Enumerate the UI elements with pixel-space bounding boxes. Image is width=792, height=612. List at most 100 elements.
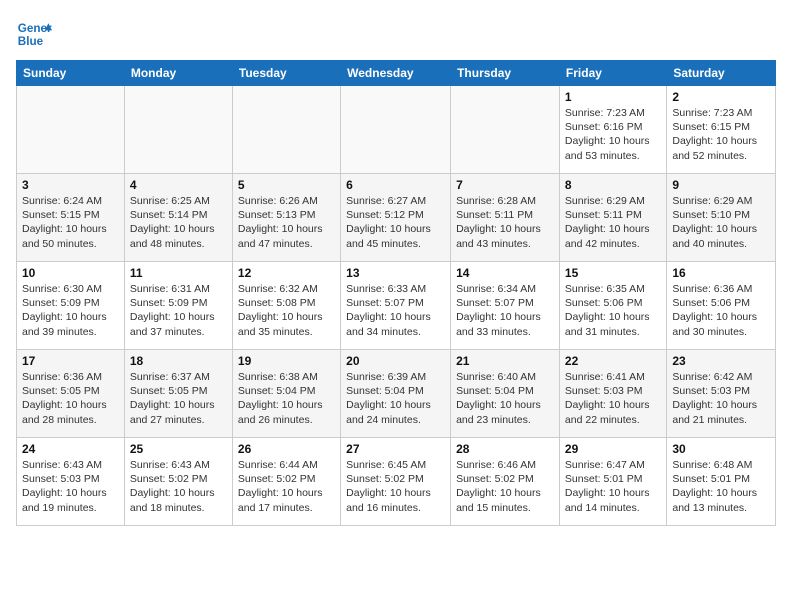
day-number: 2 [672, 90, 770, 104]
calendar-cell: 10 Sunrise: 6:30 AM Sunset: 5:09 PM Dayli… [17, 262, 125, 350]
calendar-cell: 20 Sunrise: 6:39 AM Sunset: 5:04 PM Dayli… [341, 350, 451, 438]
day-info: Sunrise: 6:25 AM Sunset: 5:14 PM Dayligh… [130, 194, 227, 251]
calendar-cell: 21 Sunrise: 6:40 AM Sunset: 5:04 PM Dayli… [451, 350, 560, 438]
weekday-header: Monday [124, 61, 232, 86]
calendar-cell: 11 Sunrise: 6:31 AM Sunset: 5:09 PM Dayli… [124, 262, 232, 350]
day-number: 19 [238, 354, 335, 368]
day-info: Sunrise: 6:48 AM Sunset: 5:01 PM Dayligh… [672, 458, 770, 515]
weekday-header: Friday [559, 61, 666, 86]
calendar-cell: 9 Sunrise: 6:29 AM Sunset: 5:10 PM Daylig… [667, 174, 776, 262]
day-info: Sunrise: 6:43 AM Sunset: 5:02 PM Dayligh… [130, 458, 227, 515]
calendar-cell: 19 Sunrise: 6:38 AM Sunset: 5:04 PM Dayli… [232, 350, 340, 438]
day-number: 4 [130, 178, 227, 192]
day-number: 30 [672, 442, 770, 456]
calendar-cell: 22Sunrise: 6:41 AM Sunset: 5:03 PM Dayli… [559, 350, 666, 438]
day-number: 13 [346, 266, 445, 280]
day-info: Sunrise: 6:36 AM Sunset: 5:06 PM Dayligh… [672, 282, 770, 339]
day-number: 15 [565, 266, 661, 280]
day-number: 23 [672, 354, 770, 368]
calendar-cell: 17 Sunrise: 6:36 AM Sunset: 5:05 PM Dayli… [17, 350, 125, 438]
day-info: Sunrise: 6:35 AM Sunset: 5:06 PM Dayligh… [565, 282, 661, 339]
calendar-cell [124, 86, 232, 174]
day-number: 16 [672, 266, 770, 280]
calendar-cell: 4 Sunrise: 6:25 AM Sunset: 5:14 PM Daylig… [124, 174, 232, 262]
calendar-cell: 29 Sunrise: 6:47 AM Sunset: 5:01 PM Dayli… [559, 438, 666, 526]
day-number: 26 [238, 442, 335, 456]
calendar-table: SundayMondayTuesdayWednesdayThursdayFrid… [16, 60, 776, 526]
day-number: 29 [565, 442, 661, 456]
day-number: 24 [22, 442, 119, 456]
day-info: Sunrise: 6:26 AM Sunset: 5:13 PM Dayligh… [238, 194, 335, 251]
day-info: Sunrise: 6:24 AM Sunset: 5:15 PM Dayligh… [22, 194, 119, 251]
day-number: 17 [22, 354, 119, 368]
day-number: 25 [130, 442, 227, 456]
calendar-cell: 23 Sunrise: 6:42 AM Sunset: 5:03 PM Dayli… [667, 350, 776, 438]
day-info: Sunrise: 6:37 AM Sunset: 5:05 PM Dayligh… [130, 370, 227, 427]
day-number: 18 [130, 354, 227, 368]
calendar-cell [232, 86, 340, 174]
day-number: 14 [456, 266, 554, 280]
logo-icon: General Blue [16, 16, 52, 52]
calendar-cell: 3 Sunrise: 6:24 AM Sunset: 5:15 PM Daylig… [17, 174, 125, 262]
calendar-cell: 14 Sunrise: 6:34 AM Sunset: 5:07 PM Dayli… [451, 262, 560, 350]
calendar-cell: 6 Sunrise: 6:27 AM Sunset: 5:12 PM Daylig… [341, 174, 451, 262]
calendar-cell: 2Sunrise: 7:23 AM Sunset: 6:15 PM Daylig… [667, 86, 776, 174]
calendar-cell: 25 Sunrise: 6:43 AM Sunset: 5:02 PM Dayli… [124, 438, 232, 526]
weekday-header: Thursday [451, 61, 560, 86]
day-info: Sunrise: 6:32 AM Sunset: 5:08 PM Dayligh… [238, 282, 335, 339]
calendar-cell: 28Sunrise: 6:46 AM Sunset: 5:02 PM Dayli… [451, 438, 560, 526]
day-info: Sunrise: 6:44 AM Sunset: 5:02 PM Dayligh… [238, 458, 335, 515]
day-info: Sunrise: 6:36 AM Sunset: 5:05 PM Dayligh… [22, 370, 119, 427]
calendar-cell: 18 Sunrise: 6:37 AM Sunset: 5:05 PM Dayli… [124, 350, 232, 438]
calendar-cell: 27 Sunrise: 6:45 AM Sunset: 5:02 PM Dayli… [341, 438, 451, 526]
day-number: 5 [238, 178, 335, 192]
day-info: Sunrise: 6:38 AM Sunset: 5:04 PM Dayligh… [238, 370, 335, 427]
calendar-cell: 16 Sunrise: 6:36 AM Sunset: 5:06 PM Dayli… [667, 262, 776, 350]
day-info: Sunrise: 6:29 AM Sunset: 5:10 PM Dayligh… [672, 194, 770, 251]
day-info: Sunrise: 6:46 AM Sunset: 5:02 PM Dayligh… [456, 458, 554, 515]
day-number: 21 [456, 354, 554, 368]
day-info: Sunrise: 6:40 AM Sunset: 5:04 PM Dayligh… [456, 370, 554, 427]
day-info: Sunrise: 6:39 AM Sunset: 5:04 PM Dayligh… [346, 370, 445, 427]
day-number: 20 [346, 354, 445, 368]
day-number: 11 [130, 266, 227, 280]
day-info: Sunrise: 6:43 AM Sunset: 5:03 PM Dayligh… [22, 458, 119, 515]
weekday-header: Saturday [667, 61, 776, 86]
calendar-cell [451, 86, 560, 174]
day-info: Sunrise: 6:41 AM Sunset: 5:03 PM Dayligh… [565, 370, 661, 427]
calendar-cell [17, 86, 125, 174]
calendar-cell: 24 Sunrise: 6:43 AM Sunset: 5:03 PM Dayli… [17, 438, 125, 526]
calendar-cell: 12Sunrise: 6:32 AM Sunset: 5:08 PM Dayli… [232, 262, 340, 350]
day-info: Sunrise: 6:47 AM Sunset: 5:01 PM Dayligh… [565, 458, 661, 515]
day-number: 27 [346, 442, 445, 456]
calendar-cell: 26 Sunrise: 6:44 AM Sunset: 5:02 PM Dayli… [232, 438, 340, 526]
calendar-cell: 15 Sunrise: 6:35 AM Sunset: 5:06 PM Dayli… [559, 262, 666, 350]
day-number: 9 [672, 178, 770, 192]
logo: General Blue [16, 16, 52, 52]
day-info: Sunrise: 7:23 AM Sunset: 6:16 PM Dayligh… [565, 106, 661, 163]
svg-text:Blue: Blue [18, 35, 44, 48]
day-info: Sunrise: 6:27 AM Sunset: 5:12 PM Dayligh… [346, 194, 445, 251]
day-info: Sunrise: 6:29 AM Sunset: 5:11 PM Dayligh… [565, 194, 661, 251]
day-number: 7 [456, 178, 554, 192]
calendar-cell: 13 Sunrise: 6:33 AM Sunset: 5:07 PM Dayli… [341, 262, 451, 350]
day-info: Sunrise: 6:33 AM Sunset: 5:07 PM Dayligh… [346, 282, 445, 339]
weekday-header: Tuesday [232, 61, 340, 86]
day-info: Sunrise: 6:45 AM Sunset: 5:02 PM Dayligh… [346, 458, 445, 515]
calendar-cell: 1Sunrise: 7:23 AM Sunset: 6:16 PM Daylig… [559, 86, 666, 174]
day-info: Sunrise: 6:42 AM Sunset: 5:03 PM Dayligh… [672, 370, 770, 427]
day-number: 3 [22, 178, 119, 192]
page-header: General Blue [16, 16, 776, 52]
day-info: Sunrise: 6:34 AM Sunset: 5:07 PM Dayligh… [456, 282, 554, 339]
day-info: Sunrise: 6:28 AM Sunset: 5:11 PM Dayligh… [456, 194, 554, 251]
day-number: 10 [22, 266, 119, 280]
day-info: Sunrise: 6:31 AM Sunset: 5:09 PM Dayligh… [130, 282, 227, 339]
day-info: Sunrise: 6:30 AM Sunset: 5:09 PM Dayligh… [22, 282, 119, 339]
calendar-cell [341, 86, 451, 174]
day-number: 8 [565, 178, 661, 192]
calendar-cell: 5 Sunrise: 6:26 AM Sunset: 5:13 PM Daylig… [232, 174, 340, 262]
calendar-cell: 8 Sunrise: 6:29 AM Sunset: 5:11 PM Daylig… [559, 174, 666, 262]
calendar-cell: 7 Sunrise: 6:28 AM Sunset: 5:11 PM Daylig… [451, 174, 560, 262]
day-number: 6 [346, 178, 445, 192]
weekday-header: Wednesday [341, 61, 451, 86]
